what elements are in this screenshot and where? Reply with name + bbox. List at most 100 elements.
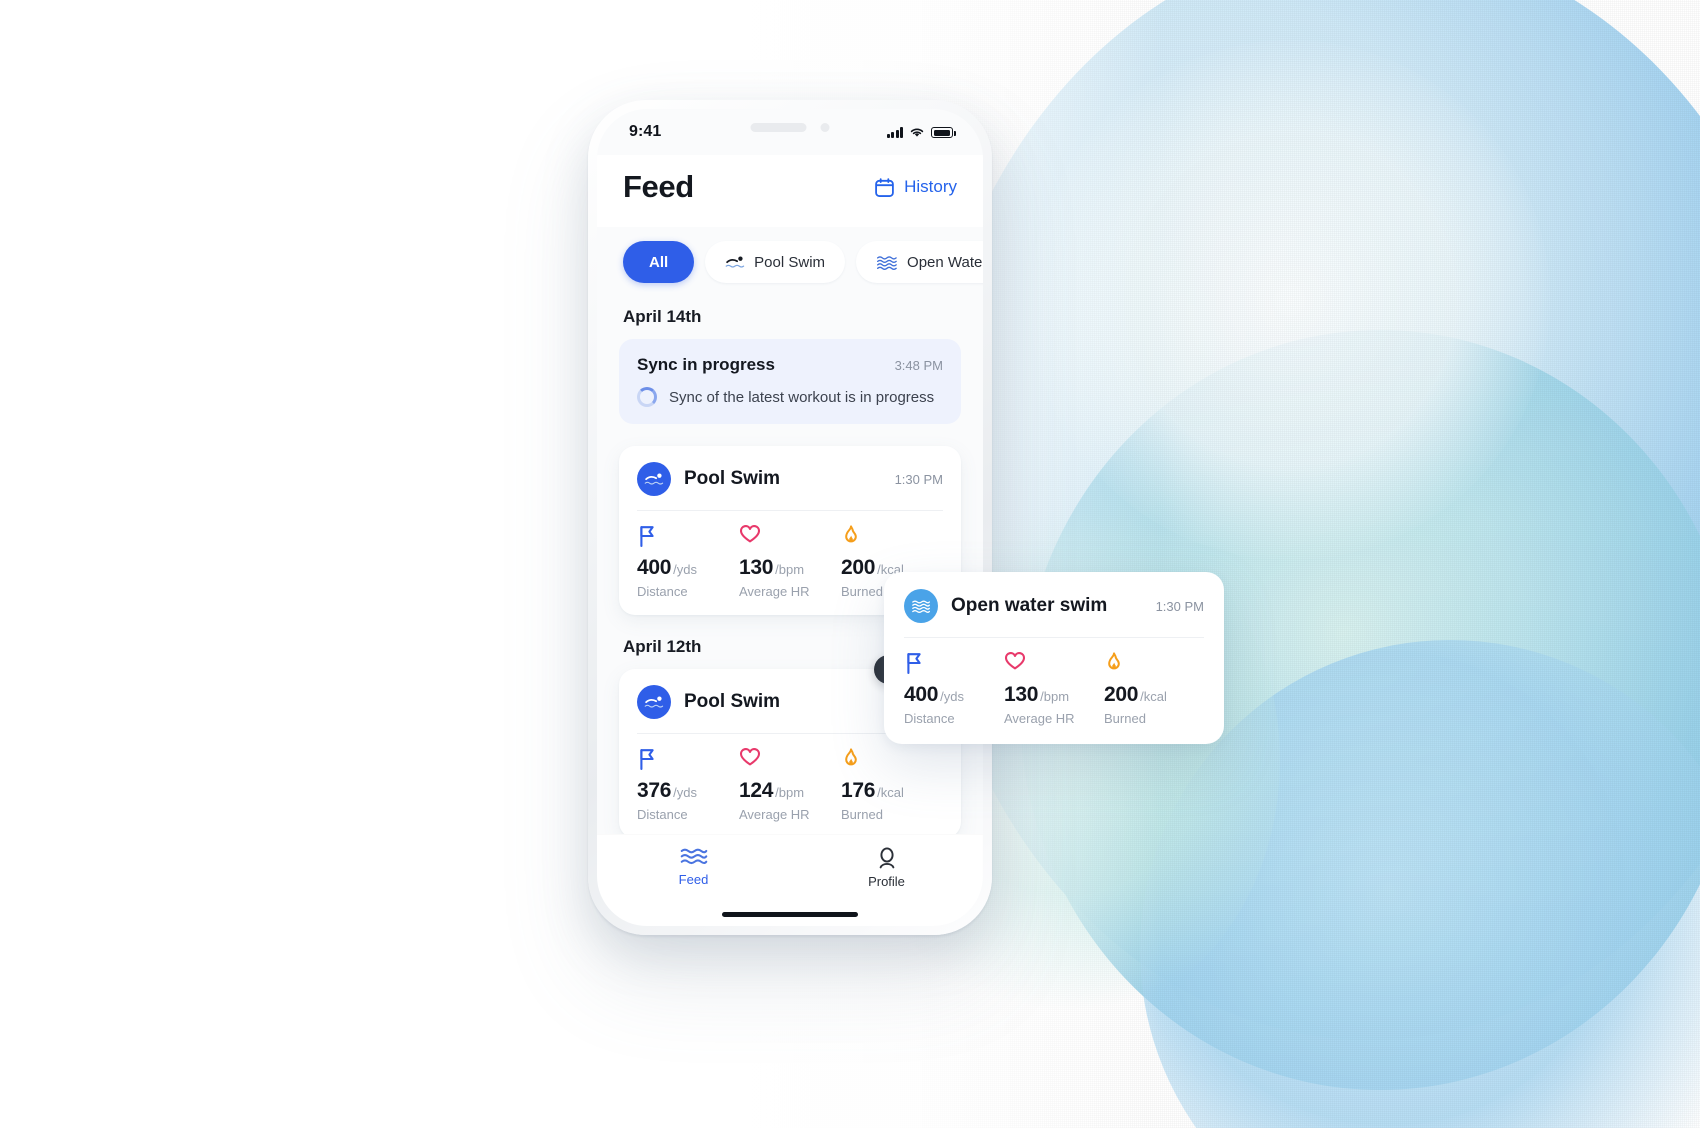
home-indicator — [722, 912, 858, 917]
sync-title: Sync in progress — [637, 355, 775, 374]
status-time: 9:41 — [629, 123, 662, 140]
metric-unit: /yds — [940, 689, 964, 704]
filter-chip-open-water-swim-label: Open Water Swim — [907, 253, 983, 271]
divider — [904, 637, 1204, 638]
flame-icon — [841, 524, 943, 550]
floating-card-header: Open water swim 1:30 PM — [904, 589, 1204, 623]
status-icons — [886, 126, 956, 138]
workout-card-header: Pool Swim 1:30 PM — [637, 462, 943, 496]
metric-value: 130 — [1004, 683, 1039, 706]
metric-average-hr: 130/bpm Average HR — [1004, 651, 1104, 726]
tab-feed[interactable]: Feed — [597, 847, 790, 887]
workout-metrics: 376/yds Distance 124/bpm Average HR 176 … — [637, 747, 943, 822]
loading-spinner-icon — [637, 387, 657, 407]
dynamic-island — [750, 123, 830, 132]
heart-icon — [1004, 651, 1104, 677]
divider — [637, 510, 943, 511]
metric-label: Distance — [904, 711, 955, 726]
metric-label: Distance — [637, 807, 688, 822]
metric-value: 130 — [739, 556, 774, 579]
app-header: Feed History — [597, 155, 983, 227]
metric-value-row: 200/kcal — [1104, 683, 1204, 707]
calendar-icon — [875, 177, 894, 197]
history-button[interactable]: History — [874, 177, 957, 198]
day-label-april-14: April 14th — [623, 307, 702, 326]
flag-icon — [637, 747, 739, 773]
speaker-slot — [750, 123, 807, 132]
workout-avatar — [637, 685, 671, 719]
metric-value-row: 130/bpm — [1004, 683, 1104, 707]
pool-swimmer-icon — [644, 473, 664, 485]
sync-status-card: Sync in progress 3:48 PM Sync of the lat… — [619, 339, 961, 424]
status-bar: 9:41 — [597, 109, 983, 155]
metric-value-row: 376/yds — [637, 779, 739, 803]
filter-chip-pool-swim-label: Pool Swim — [754, 253, 826, 271]
metric-average-hr: 124/bpm Average HR — [739, 747, 841, 822]
metric-value: 200 — [841, 556, 876, 579]
waves-icon — [877, 256, 897, 270]
waves-icon — [912, 600, 930, 613]
filter-chip-open-water-swim[interactable]: Open Water Swim — [856, 241, 983, 283]
tab-profile[interactable]: Profile — [790, 847, 983, 889]
metric-value: 200 — [1104, 683, 1139, 706]
cellular-signal-icon — [886, 127, 903, 138]
metric-unit: /kcal — [877, 785, 904, 800]
floating-card-metrics: 400/yds Distance 130/bpm Average HR 200 … — [904, 651, 1204, 726]
history-label: History — [904, 177, 957, 196]
metric-unit: /kcal — [1140, 689, 1167, 704]
front-camera-dot — [820, 123, 830, 132]
pool-swimmer-icon — [725, 256, 745, 268]
metric-value: 176 — [841, 779, 876, 802]
metric-average-hr: 130/bpm Average HR — [739, 524, 841, 599]
filter-chip-pool-swim[interactable]: Pool Swim — [705, 241, 846, 283]
page-title: Feed — [623, 169, 694, 204]
filter-chip-all-label: All — [649, 253, 669, 271]
metric-unit: /bpm — [775, 562, 805, 577]
metric-distance: 400/yds Distance — [904, 651, 1004, 726]
metric-unit: /yds — [673, 562, 697, 577]
metric-value-row: 400/yds — [637, 556, 739, 580]
metric-label: Burned — [1104, 711, 1146, 726]
heart-icon — [739, 747, 841, 773]
tab-profile-label: Profile — [868, 874, 905, 889]
filter-chip-all[interactable]: All — [623, 241, 695, 283]
workout-avatar — [904, 589, 938, 623]
metric-label: Average HR — [1004, 711, 1075, 726]
metric-label: Distance — [637, 584, 688, 599]
metric-value-row: 400/yds — [904, 683, 1004, 707]
metric-label: Average HR — [739, 807, 810, 822]
pool-swimmer-icon — [644, 696, 664, 708]
floating-card-time: 1:30 PM — [1155, 598, 1204, 614]
sync-card-header: Sync in progress 3:48 PM — [637, 355, 943, 375]
metric-value: 124 — [739, 779, 774, 802]
metric-value-row: 124/bpm — [739, 779, 841, 803]
metric-label: Average HR — [739, 584, 810, 599]
metric-value: 400 — [904, 683, 939, 706]
sync-message: Sync of the latest workout is in progres… — [669, 388, 935, 406]
phone-mockup: 9:41 Feed History All Pool Swim Open Wat… — [588, 100, 992, 935]
floating-workout-card[interactable]: Open water swim 1:30 PM 400/yds Distance — [884, 572, 1224, 744]
sync-time: 3:48 PM — [894, 358, 943, 373]
sync-card-body: Sync of the latest workout is in progres… — [637, 387, 943, 407]
filter-chip-row[interactable]: All Pool Swim Open Wate — [597, 227, 983, 297]
metric-distance: 376/yds Distance — [637, 747, 739, 822]
metric-value: 376 — [637, 779, 672, 802]
metric-unit: /bpm — [775, 785, 805, 800]
phone-screen: 9:41 Feed History All Pool Swim Open Wat… — [597, 109, 983, 926]
feed-list[interactable]: April 14th Sync in progress 3:48 PM Sync… — [597, 297, 983, 834]
waves-icon — [680, 848, 707, 865]
metric-value-row: 130/bpm — [739, 556, 841, 580]
phone-bezel: 9:41 Feed History All Pool Swim Open Wat… — [588, 100, 992, 935]
person-icon — [879, 847, 894, 869]
workout-avatar — [637, 462, 671, 496]
flame-icon — [841, 747, 943, 773]
flame-icon — [1104, 651, 1204, 677]
metric-distance: 400/yds Distance — [637, 524, 739, 599]
metric-value: 400 — [637, 556, 672, 579]
workout-title: Pool Swim — [684, 468, 781, 489]
tab-feed-label: Feed — [678, 872, 709, 887]
metric-label: Burned — [841, 807, 883, 822]
workout-time: 1:30 PM — [894, 471, 943, 487]
tab-bar[interactable]: Feed Profile — [597, 834, 983, 926]
heart-icon — [739, 524, 841, 550]
